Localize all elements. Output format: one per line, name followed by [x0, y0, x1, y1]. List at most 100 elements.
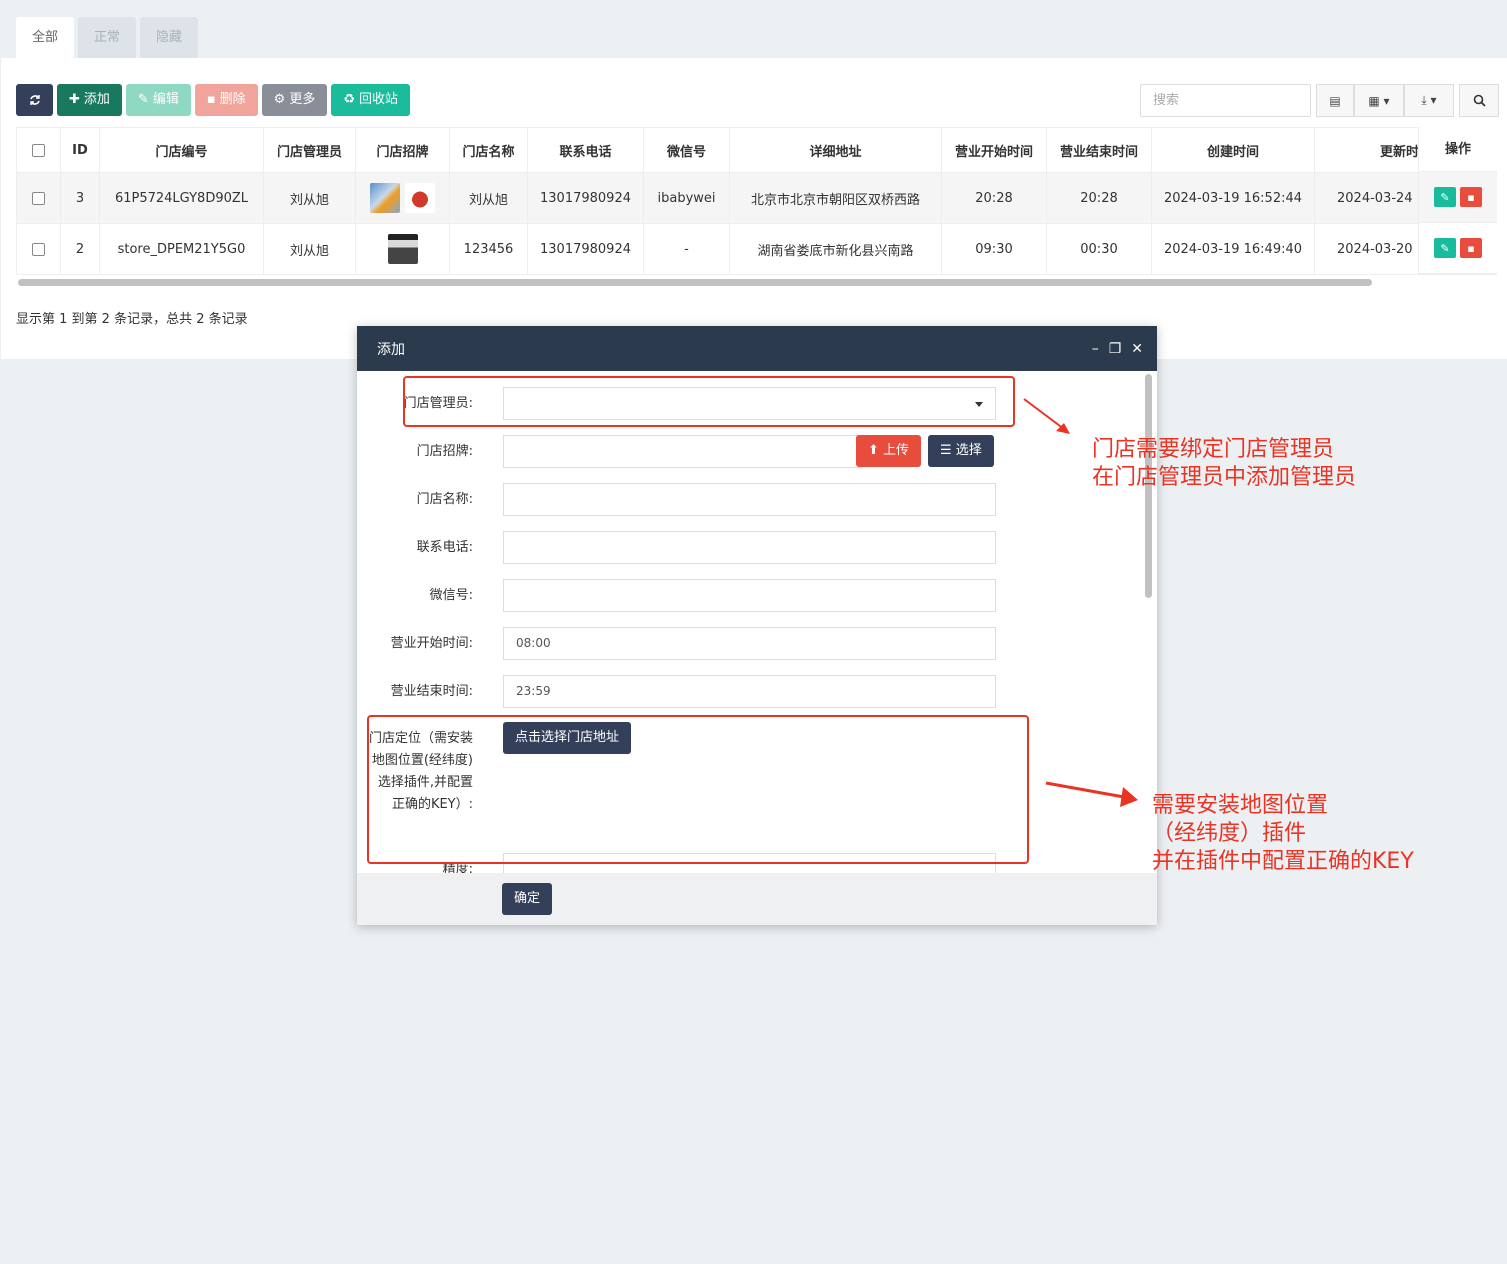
col-close[interactable]: 营业结束时间: [1046, 127, 1152, 173]
search-input[interactable]: 搜索: [1140, 84, 1311, 117]
confirm-button[interactable]: 确定: [502, 883, 553, 915]
search-button[interactable]: [1459, 84, 1499, 117]
columns-button[interactable]: ▦ ▾: [1354, 84, 1404, 117]
pencil-icon: ✎: [1440, 241, 1450, 255]
horizontal-scrollbar[interactable]: [18, 279, 1372, 286]
select-all-checkbox[interactable]: [32, 143, 45, 157]
col-wechat[interactable]: 微信号: [643, 127, 730, 173]
trash-icon: ▪: [1467, 190, 1475, 204]
row-delete-button[interactable]: ▪: [1460, 187, 1482, 207]
store-table: ID 门店编号 门店管理员 门店招牌 门店名称 联系电话 微信号 详细地址 营业…: [16, 127, 1497, 275]
col-code[interactable]: 门店编号: [99, 127, 264, 173]
cell-code: store_DPEM21Y5G0: [99, 223, 264, 275]
tab-hidden[interactable]: 隐藏: [140, 17, 199, 58]
cell-name: 123456: [449, 223, 528, 275]
minimize-icon[interactable]: –: [1092, 341, 1099, 357]
plus-icon: ✚: [69, 92, 80, 107]
more-button[interactable]: ⚙ 更多: [261, 84, 328, 116]
table-row: 2 store_DPEM21Y5G0 刘从旭 123456 1301798092…: [16, 223, 1497, 275]
row-checkbox[interactable]: [32, 191, 45, 205]
tab-normal[interactable]: 正常: [78, 17, 137, 58]
cell-sign: [355, 172, 450, 224]
col-manager[interactable]: 门店管理员: [263, 127, 356, 173]
gear-icon: ⚙: [273, 92, 286, 107]
dialog-header[interactable]: 添加 – ❐ ✕: [357, 326, 1157, 371]
export-button[interactable]: ⤓ ▾: [1404, 84, 1454, 117]
field-open-time: 营业开始时间: 08:00: [357, 627, 1157, 660]
col-operation: 操作: [1419, 127, 1497, 172]
cell-created: 2024-03-19 16:49:40: [1151, 223, 1315, 275]
cell-phone: 13017980924: [527, 223, 644, 275]
export-icon: ⤓ ▾: [1421, 93, 1437, 107]
delete-button[interactable]: ▪ 删除: [194, 84, 258, 116]
close-icon[interactable]: ✕: [1131, 341, 1143, 357]
cell-phone: 13017980924: [527, 172, 644, 224]
pencil-icon: ✎: [1440, 190, 1450, 204]
row-delete-button[interactable]: ▪: [1460, 238, 1482, 258]
open-time-input[interactable]: 08:00: [503, 627, 996, 660]
cell-wechat: -: [643, 223, 730, 275]
highlight-box: [367, 715, 1029, 864]
row-checkbox[interactable]: [32, 242, 45, 256]
sign-image[interactable]: [370, 183, 401, 213]
trash-icon: ▪: [1467, 241, 1475, 255]
annotation-map-plugin: 需要安装地图位置 （经纬度）插件 并在插件中配置正确的KEY: [1152, 793, 1414, 874]
toggle-view-button[interactable]: ▤: [1316, 84, 1354, 117]
pencil-icon: ✎: [137, 92, 149, 107]
add-button[interactable]: ✚ 添加: [57, 84, 122, 116]
list-icon: ▤: [1329, 93, 1341, 108]
refresh-button[interactable]: [16, 84, 53, 116]
cell-created: 2024-03-19 16:52:44: [1151, 172, 1315, 224]
cell-manager: 刘从旭: [263, 172, 356, 224]
col-created[interactable]: 创建时间: [1151, 127, 1315, 173]
highlight-box: [403, 376, 1015, 427]
cell-id: 3: [60, 172, 100, 224]
cell-address: 北京市北京市朝阳区双桥西路: [729, 172, 942, 224]
select-button[interactable]: ☰ 选择: [928, 435, 994, 467]
col-open[interactable]: 营业开始时间: [941, 127, 1047, 173]
cell-close: 00:30: [1046, 223, 1152, 275]
cell-open: 20:28: [941, 172, 1047, 224]
table-header: ID 门店编号 门店管理员 门店招牌 门店名称 联系电话 微信号 详细地址 营业…: [16, 127, 1497, 173]
col-id[interactable]: ID: [60, 127, 100, 173]
list-icon: ☰: [940, 443, 952, 458]
close-time-input[interactable]: 23:59: [503, 675, 996, 708]
pagination-info: 显示第 1 到第 2 条记录，总共 2 条记录: [16, 312, 248, 327]
dialog-title: 添加: [377, 341, 405, 358]
col-phone[interactable]: 联系电话: [527, 127, 644, 173]
wechat-input[interactable]: [503, 579, 996, 612]
cell-name: 刘从旭: [449, 172, 528, 224]
col-name[interactable]: 门店名称: [449, 127, 528, 173]
grid-icon: ▦ ▾: [1368, 93, 1390, 108]
sign-image[interactable]: [404, 183, 435, 213]
refresh-icon: [29, 95, 40, 105]
upload-icon: ⬆: [868, 443, 879, 458]
status-tabs: 全部 正常 隐藏: [16, 17, 199, 58]
field-close-time: 营业结束时间: 23:59: [357, 675, 1157, 708]
operation-column: 操作 ✎ ▪ ✎ ▪: [1418, 127, 1497, 274]
col-sign[interactable]: 门店招牌: [355, 127, 450, 173]
row-edit-button[interactable]: ✎: [1434, 238, 1456, 258]
cell-id: 2: [60, 223, 100, 275]
dialog-footer: 确定: [357, 873, 1157, 925]
sign-image[interactable]: [387, 234, 418, 264]
field-name: 门店名称:: [357, 483, 1157, 516]
row-edit-button[interactable]: ✎: [1434, 187, 1456, 207]
edit-button[interactable]: ✎ 编辑: [125, 84, 191, 116]
search-icon: [1473, 94, 1486, 107]
sign-input[interactable]: [503, 435, 863, 468]
phone-input[interactable]: [503, 531, 996, 564]
name-input[interactable]: [503, 483, 996, 516]
col-address[interactable]: 详细地址: [729, 127, 942, 173]
cell-code: 61P5724LGY8D90ZL: [99, 172, 264, 224]
arrow-icon: [1045, 781, 1138, 807]
cell-address: 湖南省娄底市新化县兴南路: [729, 223, 942, 275]
arrow-icon: [1023, 398, 1070, 434]
maximize-icon[interactable]: ❐: [1109, 341, 1122, 357]
upload-button[interactable]: ⬆ 上传: [856, 435, 922, 467]
recycle-button[interactable]: ♻ 回收站: [331, 84, 411, 116]
row-actions: ✎ ▪: [1419, 223, 1497, 274]
table-tools: ▤ ▦ ▾ ⤓ ▾: [1316, 84, 1454, 117]
tab-all[interactable]: 全部: [16, 17, 75, 58]
trash-icon: ▪: [206, 92, 216, 107]
